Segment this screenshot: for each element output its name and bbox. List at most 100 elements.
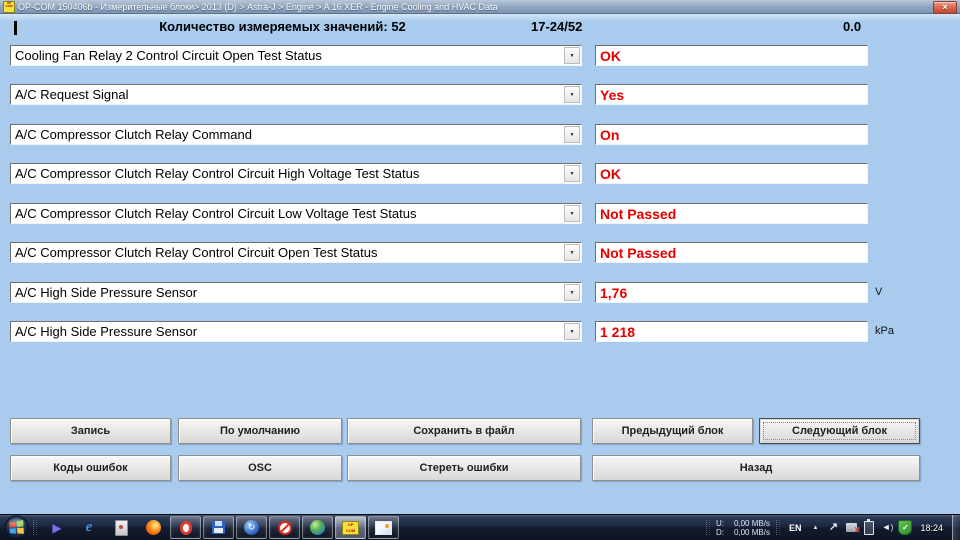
language-indicator[interactable]: EN [789,523,802,533]
battery-icon-glyph [864,518,875,535]
parameter-combobox[interactable]: A/C High Side Pressure Sensor [10,321,582,342]
refresh-timer: 0.0 [843,19,862,34]
network-error-icon[interactable]: × [843,520,860,536]
record-button[interactable]: Запись [10,418,171,444]
previous-block-button[interactable]: Предыдущий блок [592,418,753,444]
blocked-sign-app-icon[interactable] [269,516,300,539]
image-viewer-icon-glyph [375,520,392,535]
tray-icons: ▲ ↗ × ◄) ✓ [806,518,914,536]
parameter-combobox[interactable]: A/C Compressor Clutch Relay Control Circ… [10,163,582,184]
parameter-name-label: A/C High Side Pressure Sensor [15,324,198,339]
taskbar-grip [775,520,780,535]
parameter-name-label: A/C Request Signal [15,87,129,102]
combobox-dropdown-arrow-icon[interactable] [564,244,580,261]
block-range: 17-24/52 [531,19,583,34]
opcom-titlebar-icon: OP COM [3,0,15,13]
floppy-save-app-icon-glyph [212,521,225,534]
close-button[interactable]: × [933,1,957,14]
combobox-dropdown-arrow-icon[interactable] [564,126,580,143]
window-titlebar: OP COM OP-COM 150406b - Измерительные бл… [0,0,960,14]
network-error-icon-glyph: × [854,525,860,536]
removable-device-icon[interactable] [108,516,134,540]
parameter-combobox[interactable]: A/C Compressor Clutch Relay Command [10,124,582,145]
network-error-icon-glyph: × [845,523,860,536]
combobox-dropdown-arrow-icon[interactable] [564,47,580,64]
back-button[interactable]: Назад [592,455,920,481]
next-block-button[interactable]: Следующий блок [759,418,920,444]
download-value: 0,00 MB/s [733,527,770,537]
parameter-name-label: A/C Compressor Clutch Relay Control Circ… [15,245,378,260]
parameter-combobox[interactable]: A/C Request Signal [10,84,582,105]
default-button[interactable]: По умолчанию [178,418,342,444]
taskbar-grip [705,520,710,535]
parameter-value-field: Not Passed [595,203,868,224]
combobox-dropdown-arrow-icon[interactable] [564,86,580,103]
firefox-icon[interactable] [140,516,166,540]
security-shield-icon-glyph: ✓ [898,520,913,535]
parameter-value-field: Yes [595,84,868,105]
taskbar: ▶ e ↻ OP COM U: 0,00 MB/s D: 0,00 MB/s EN ▲… [0,514,960,540]
download-label: D: [715,527,724,537]
opcom-app-icon-glyph: OP COM [342,520,359,535]
media-play-icon[interactable]: ▶ [44,516,70,540]
opera-icon-glyph [179,520,192,535]
remote-arrow-icon[interactable]: ↗ [825,520,841,536]
parameter-value-field: OK [595,163,868,184]
volume-icon-glyph: ◄) [881,522,894,532]
parameter-unit-label: kPa [875,325,894,337]
parameter-combobox[interactable]: A/C Compressor Clutch Relay Control Circ… [10,242,582,263]
media-play-icon-glyph: ▶ [52,520,62,535]
image-viewer-icon[interactable] [368,516,399,539]
osc-button[interactable]: OSC [178,455,342,481]
sync-app-icon[interactable]: ↻ [236,516,267,539]
download-speed-row: D: 0,00 MB/s [716,528,770,537]
internet-explorer-icon[interactable]: e [76,516,102,540]
security-shield-icon[interactable]: ✓ [897,520,913,536]
floppy-save-app-icon[interactable] [203,516,234,539]
show-desktop-button[interactable] [952,515,960,540]
parameter-value-field: Not Passed [595,242,868,263]
taskbar-grip [33,520,37,535]
parameter-name-label: A/C Compressor Clutch Relay Control Circ… [15,206,417,221]
parameter-value-field: 1,76 [595,282,868,303]
taskbar-icons: ▶ e ↻ OP COM [41,515,400,540]
volume-icon[interactable]: ◄) [879,520,895,536]
window-title: OP-COM 150406b - Измерительные блоки> 20… [18,1,498,12]
upload-label: U: [715,518,724,528]
close-icon: × [942,2,948,12]
parameter-combobox[interactable]: Cooling Fan Relay 2 Control Circuit Open… [10,45,582,66]
combobox-dropdown-arrow-icon[interactable] [564,165,580,182]
combobox-dropdown-arrow-icon[interactable] [564,205,580,222]
blocked-sign-app-icon-glyph [277,520,292,535]
opera-icon[interactable] [170,516,201,539]
erase-codes-button[interactable]: Стереть ошибки [347,455,581,481]
app-workspace: Количество измеряемых значений: 52 17-24… [0,13,960,515]
hidden-icons-arrow-icon-glyph: ▲ [812,524,819,531]
network-speed-indicator: U: 0,00 MB/s D: 0,00 MB/s [716,519,770,537]
hidden-icons-arrow-icon[interactable]: ▲ [807,520,823,536]
download-manager-icon[interactable] [302,516,333,539]
parameter-name-label: A/C High Side Pressure Sensor [15,285,198,300]
internet-explorer-icon-glyph: e [85,519,93,535]
upload-value: 0,00 MB/s [733,518,770,528]
battery-icon[interactable] [861,518,877,536]
upload-speed-row: U: 0,00 MB/s [716,519,770,528]
remote-arrow-icon-glyph: ↗ [828,521,839,533]
parameter-value-field: On [595,124,868,145]
opcom-app-icon[interactable]: OP COM [335,516,366,539]
combobox-dropdown-arrow-icon[interactable] [564,284,580,301]
save-to-file-button[interactable]: Сохранить в файл [347,418,581,444]
parameter-combobox[interactable]: A/C High Side Pressure Sensor [10,282,582,303]
parameter-name-label: A/C Compressor Clutch Relay Control Circ… [15,166,420,181]
taskbar-clock[interactable]: 18:24 [920,523,943,533]
volume-icon-glyph: ) [890,523,894,532]
trouble-codes-button[interactable]: Коды ошибок [10,455,171,481]
screen: OP COM OP-COM 150406b - Измерительные бл… [0,0,960,540]
removable-device-icon-glyph [114,519,128,536]
parameter-value-field: OK [595,45,868,66]
combobox-dropdown-arrow-icon[interactable] [564,323,580,340]
firefox-icon-glyph [145,520,161,535]
system-tray: U: 0,00 MB/s D: 0,00 MB/s EN ▲ ↗ × ◄) ✓ 18:2… [702,515,960,540]
parameter-combobox[interactable]: A/C Compressor Clutch Relay Control Circ… [10,203,582,224]
start-button[interactable] [4,515,29,540]
